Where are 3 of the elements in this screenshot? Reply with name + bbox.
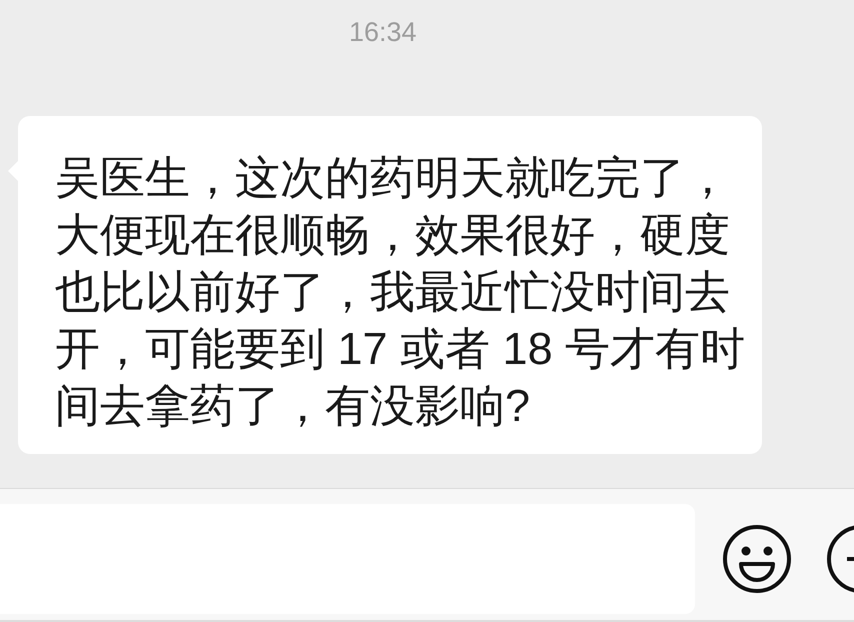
- message-text: 吴医生，这次的药明天就吃完了，大便现在很顺畅，效果很好，硬度也比以前好了，我最近忙没时间去开，可能要到 17 或者 18 号才有时间去拿药了，有没影响?: [55, 151, 746, 433]
- timestamp: 16:34: [349, 16, 417, 49]
- smiley-icon[interactable]: [722, 524, 792, 594]
